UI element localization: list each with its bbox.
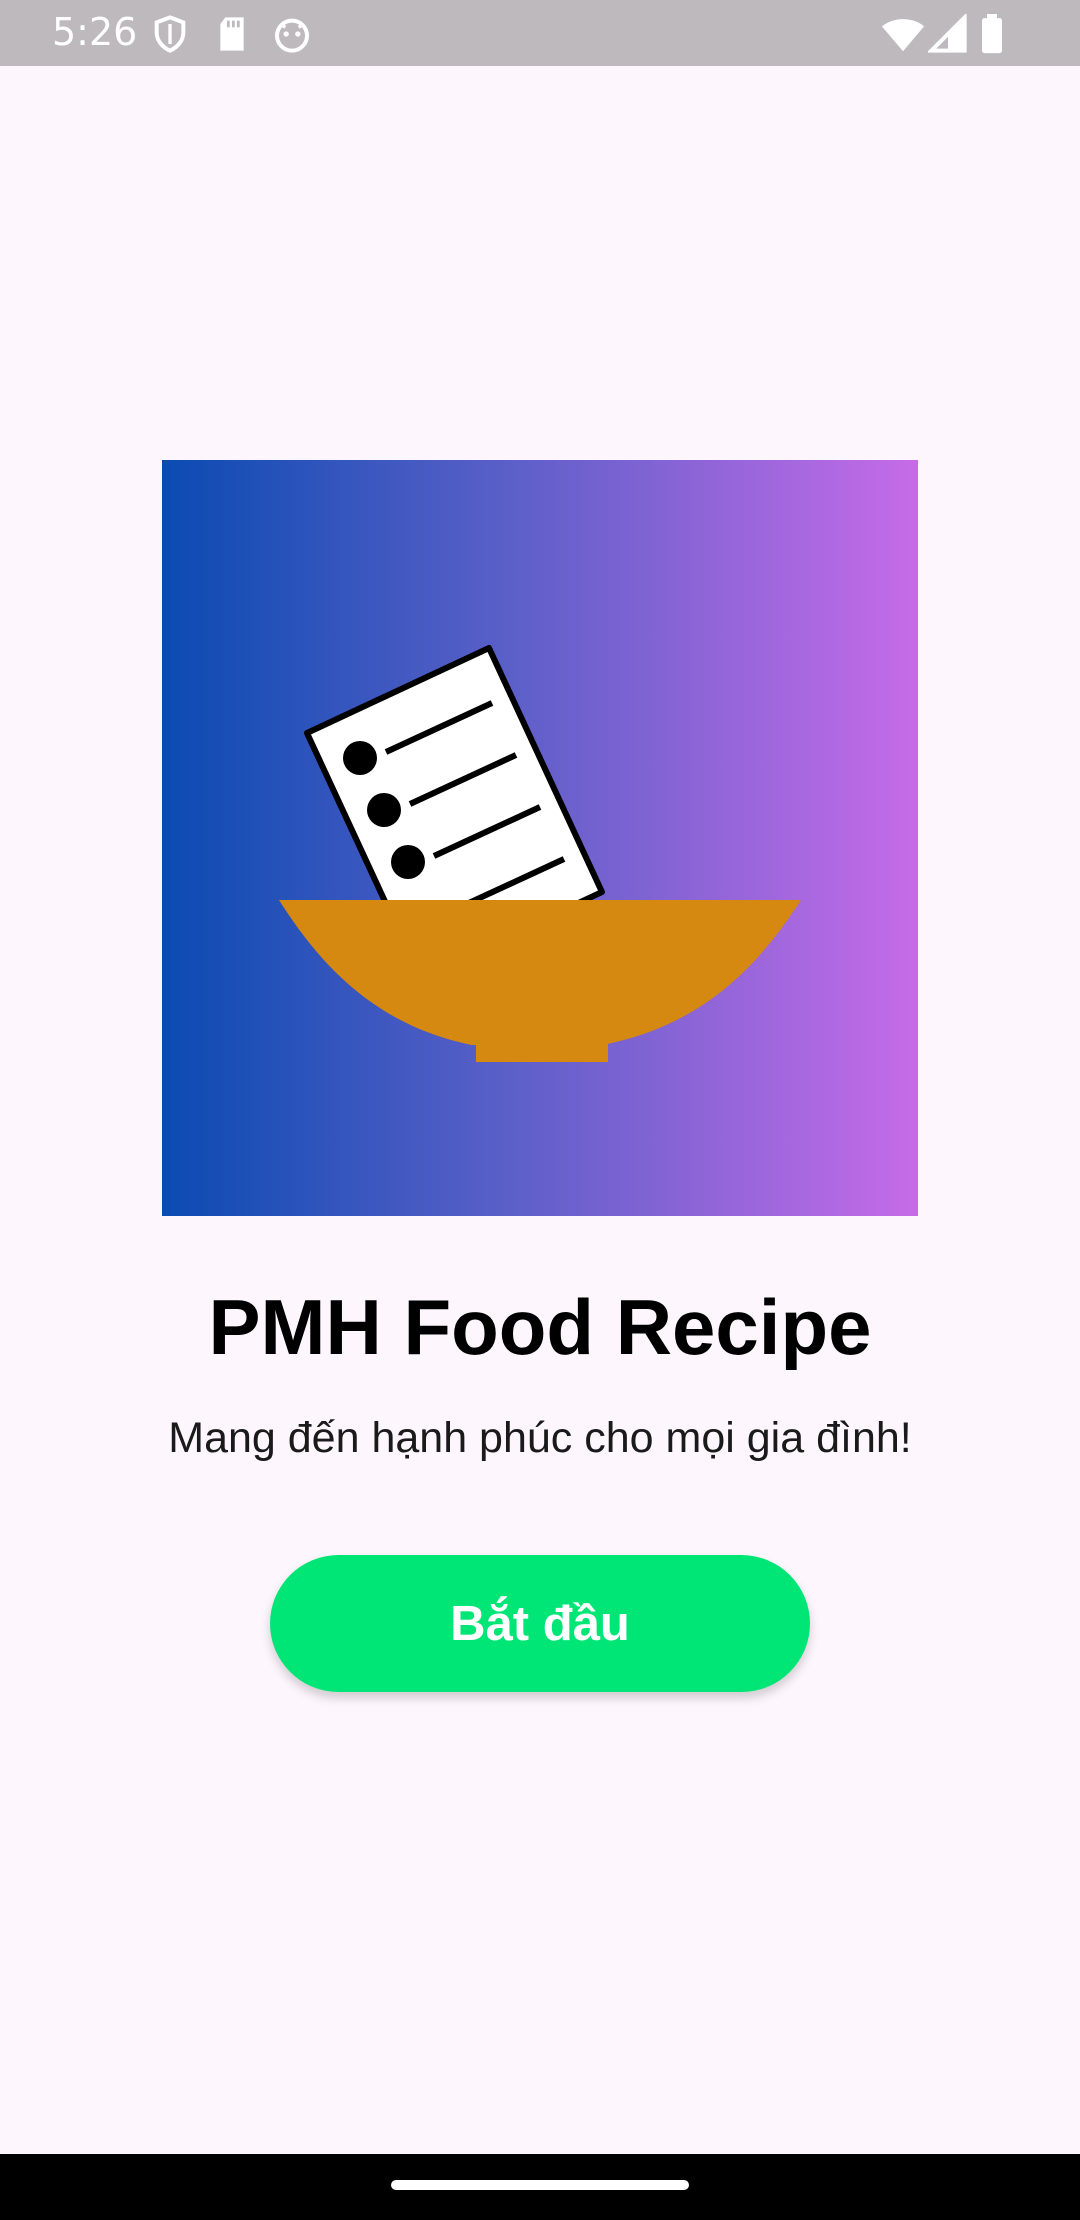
status-bar: 5:26 bbox=[0, 0, 1080, 66]
recipe-bowl-icon bbox=[279, 645, 801, 1062]
shield-icon bbox=[154, 15, 186, 53]
sd-card-icon bbox=[220, 17, 244, 51]
app-logo-image bbox=[162, 460, 918, 1216]
cellular-signal-icon bbox=[928, 14, 967, 53]
battery-icon bbox=[982, 14, 1002, 54]
app-subtitle: Mang đến hạnh phúc cho mọi gia đình! bbox=[168, 1414, 912, 1462]
status-time: 5:26 bbox=[52, 10, 138, 54]
android-icon bbox=[275, 18, 309, 53]
start-button[interactable]: Bắt đầu bbox=[270, 1555, 810, 1692]
home-gesture-handle[interactable] bbox=[391, 2180, 689, 2190]
app-title: PMH Food Recipe bbox=[208, 1283, 872, 1371]
wifi-icon bbox=[881, 19, 925, 52]
